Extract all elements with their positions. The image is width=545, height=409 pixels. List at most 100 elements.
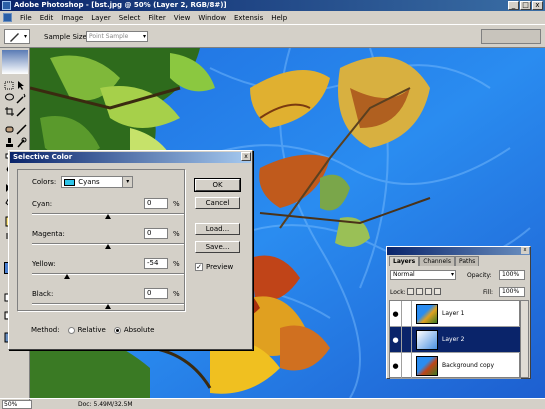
layer-row-background-copy[interactable]: ● Background copy	[390, 352, 521, 379]
chevron-down-icon: ▾	[23, 33, 27, 40]
dialog-close-button[interactable]: x	[241, 152, 251, 161]
menu-extensis[interactable]: Extensis	[230, 14, 267, 22]
eye-icon[interactable]: ●	[390, 352, 402, 379]
history-brush-tool-icon[interactable]	[16, 137, 27, 148]
layers-panel: x Layers Channels Paths Normal Opacity: …	[386, 246, 531, 379]
colors-select[interactable]: Cyans ▾	[61, 176, 134, 188]
healing-brush-tool-icon[interactable]	[4, 124, 15, 135]
cyan-input[interactable]: 0	[144, 198, 168, 209]
layer-thumbnail	[416, 329, 438, 350]
eyedropper-icon	[10, 33, 19, 42]
tool-preset-picker[interactable]: ▾	[4, 29, 30, 44]
slice-tool-icon[interactable]	[16, 106, 27, 117]
menu-image[interactable]: Image	[57, 14, 87, 22]
document-icon[interactable]	[3, 13, 12, 22]
magic-wand-tool-icon[interactable]	[16, 93, 27, 104]
menu-layer[interactable]: Layer	[87, 14, 115, 22]
menu-window[interactable]: Window	[194, 14, 230, 22]
link-cell[interactable]	[402, 352, 412, 379]
menu-bar: File Edit Image Layer Select Filter View…	[0, 11, 545, 24]
sample-size-select[interactable]: Point Sample	[86, 31, 148, 42]
selective-color-dialog: Selective Color x Colors: Cyans ▾ Cyan: …	[8, 150, 253, 350]
channel-group: Colors: Cyans ▾ Cyan: 0 % Magenta: 0 % Y…	[17, 169, 185, 311]
relative-label[interactable]: Relative	[78, 326, 106, 334]
window-title: Adobe Photoshop - [bst.jpg @ 50% (Layer …	[14, 1, 227, 9]
close-icon[interactable]: x	[521, 247, 529, 254]
brush-tool-icon[interactable]	[16, 124, 27, 135]
lock-all-icon[interactable]	[434, 288, 441, 295]
tab-channels[interactable]: Channels	[419, 256, 455, 266]
photoshop-logo-icon	[2, 1, 11, 10]
clone-stamp-tool-icon[interactable]	[4, 137, 15, 148]
tab-layers[interactable]: Layers	[389, 256, 420, 266]
marquee-tool-icon[interactable]	[4, 80, 15, 91]
cyan-unit: %	[173, 200, 180, 208]
zoom-level[interactable]: 50%	[2, 399, 32, 409]
menu-edit[interactable]: Edit	[36, 14, 58, 22]
black-slider-thumb[interactable]	[105, 304, 111, 309]
ok-button[interactable]: OK	[194, 178, 241, 192]
menu-help[interactable]: Help	[267, 14, 291, 22]
eye-icon[interactable]: ●	[390, 300, 402, 327]
brush-icon[interactable]	[402, 326, 412, 353]
menu-filter[interactable]: Filter	[144, 14, 169, 22]
maximize-button[interactable]: □	[520, 1, 531, 10]
absolute-radio[interactable]	[113, 326, 121, 334]
layer-thumbnail	[416, 355, 438, 376]
toolbox-logo[interactable]	[2, 50, 28, 74]
dialog-title: Selective Color	[10, 152, 251, 163]
palette-well[interactable]	[481, 29, 541, 44]
menu-view[interactable]: View	[170, 14, 195, 22]
layers-tabs: Layers Channels Paths	[389, 256, 480, 266]
yellow-slider-track[interactable]	[32, 273, 184, 275]
tab-paths[interactable]: Paths	[454, 256, 480, 266]
lock-icons	[407, 288, 441, 295]
yellow-label: Yellow:	[32, 260, 56, 268]
status-bar: 50% Doc: 5.49M/32.5M	[0, 398, 545, 409]
close-button[interactable]: x	[532, 1, 543, 10]
eye-icon[interactable]: ●	[390, 326, 402, 353]
fill-input[interactable]: 100%	[499, 287, 525, 297]
layer-row-layer-2[interactable]: ● Layer 2	[390, 326, 521, 353]
fill-label: Fill:	[483, 289, 494, 296]
absolute-label[interactable]: Absolute	[124, 326, 155, 334]
lock-transparency-icon[interactable]	[407, 288, 414, 295]
menu-select[interactable]: Select	[115, 14, 145, 22]
opacity-label: Opacity:	[467, 272, 492, 279]
yellow-slider-thumb[interactable]	[63, 274, 70, 279]
preview-checkbox[interactable]: ✓	[195, 263, 203, 271]
options-bar: ▾ Sample Size: Point Sample	[0, 24, 545, 48]
layers-scrollbar[interactable]	[520, 300, 529, 378]
relative-radio[interactable]	[67, 326, 75, 334]
black-label: Black:	[32, 290, 54, 298]
black-input[interactable]: 0	[144, 288, 168, 299]
blend-mode-select[interactable]: Normal	[390, 270, 456, 280]
method-label: Method:	[31, 326, 60, 334]
window-controls: _ □ x	[508, 1, 543, 10]
magenta-slider-thumb[interactable]	[105, 244, 111, 249]
layer-thumbnail	[416, 303, 438, 324]
link-cell[interactable]	[402, 300, 412, 327]
minimize-button[interactable]: _	[508, 1, 519, 10]
layers-panel-titlebar[interactable]	[387, 247, 530, 255]
move-tool-icon[interactable]	[16, 80, 27, 91]
opacity-input[interactable]: 100%	[499, 270, 525, 280]
cancel-button[interactable]: Cancel	[195, 197, 240, 209]
yellow-unit: %	[173, 260, 180, 268]
layer-row-layer-1[interactable]: ● Layer 1	[390, 300, 521, 327]
save-button[interactable]: Save...	[195, 241, 240, 253]
crop-tool-icon[interactable]	[4, 106, 15, 117]
load-button[interactable]: Load...	[195, 223, 240, 235]
lock-pixels-icon[interactable]	[416, 288, 423, 295]
title-bar: Adobe Photoshop - [bst.jpg @ 50% (Layer …	[0, 0, 545, 11]
yellow-input[interactable]: -54	[144, 258, 168, 269]
menu-file[interactable]: File	[16, 14, 36, 22]
preview-label[interactable]: Preview	[206, 263, 233, 271]
magenta-input[interactable]: 0	[144, 228, 168, 239]
cyan-swatch-icon	[64, 179, 76, 186]
lasso-tool-icon[interactable]	[4, 93, 15, 104]
chevron-down-icon: ▾	[122, 177, 133, 187]
cyan-slider-thumb[interactable]	[105, 214, 111, 219]
colors-select-value: Cyans	[78, 178, 100, 186]
lock-position-icon[interactable]	[425, 288, 432, 295]
